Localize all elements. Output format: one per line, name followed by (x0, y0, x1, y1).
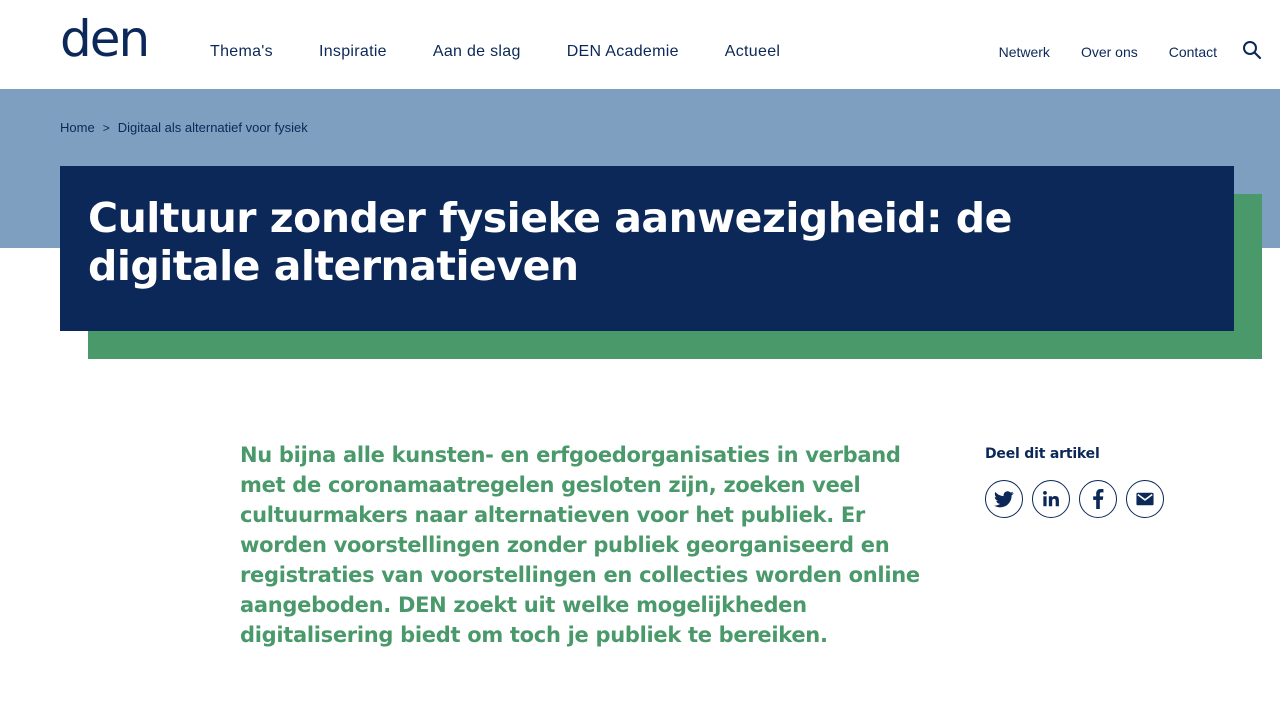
breadcrumb: Home > Digitaal als alternatief voor fys… (60, 120, 308, 135)
article-intro: Nu bijna alle kunsten- en erfgoedorganis… (240, 443, 920, 647)
util-item-over-ons[interactable]: Over ons (1081, 42, 1138, 62)
site-logo[interactable]: den (60, 14, 150, 64)
page-title: Cultuur zonder fysieke aanwezigheid: de … (88, 194, 1012, 290)
site-header: den Thema's Inspiratie Aan de slag DEN A… (0, 0, 1280, 89)
nav-item-themas[interactable]: Thema's (210, 42, 273, 62)
title-block: Cultuur zonder fysieke aanwezigheid: de … (60, 166, 1234, 331)
search-icon[interactable] (1242, 40, 1264, 62)
breadcrumb-separator: > (102, 120, 110, 135)
share-panel: Deel dit artikel (985, 446, 1173, 518)
linkedin-icon[interactable] (1032, 480, 1070, 518)
share-label: Deel dit artikel (985, 446, 1100, 462)
facebook-icon[interactable] (1079, 480, 1117, 518)
nav-item-den-academie[interactable]: DEN Academie (567, 42, 679, 62)
breadcrumb-home[interactable]: Home (60, 120, 95, 135)
nav-item-aan-de-slag[interactable]: Aan de slag (433, 42, 521, 62)
utility-nav: Netwerk Over ons Contact (968, 42, 1217, 62)
util-item-netwerk[interactable]: Netwerk (999, 42, 1050, 62)
main-nav: Thema's Inspiratie Aan de slag DEN Acade… (210, 42, 826, 62)
nav-item-inspiratie[interactable]: Inspiratie (319, 42, 387, 62)
mail-icon[interactable] (1126, 480, 1164, 518)
nav-item-actueel[interactable]: Actueel (725, 42, 780, 62)
twitter-icon[interactable] (985, 480, 1023, 518)
util-item-contact[interactable]: Contact (1169, 42, 1217, 62)
share-icons (985, 480, 1173, 518)
breadcrumb-current: Digitaal als alternatief voor fysiek (117, 120, 308, 135)
